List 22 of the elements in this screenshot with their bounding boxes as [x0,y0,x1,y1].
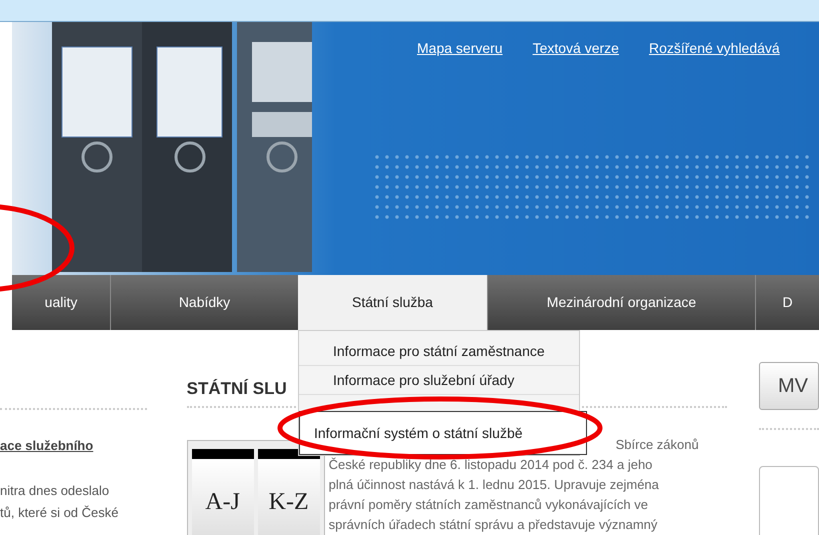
dropdown-item[interactable]: Informace pro státní zaměstnance [299,337,579,366]
dropdown-item[interactable]: Informace pro služební úřady [299,366,579,395]
section-heading: STÁTNÍ SLU [186,378,287,400]
article-text: České republiky dne 6. listopadu 2014 pod č. 234 a jeho [328,456,652,474]
binder-label: A-J [192,449,254,535]
ministry-button[interactable]: MV [759,362,819,410]
article-text: plná účinnost nastává k 1. lednu 2015. Upravuje zejména [328,476,659,494]
article-text: právní poměry státních zaměstnanců vykonávajících ve [328,496,648,514]
article-text: správních úřadech státní správu a představuje významný [328,516,658,534]
binder-label: K-Z [258,449,320,535]
header-link[interactable]: Rozšířené vyhledává [648,38,780,59]
nav-tab[interactable]: uality [12,275,110,330]
header-link[interactable]: Mapa serveru [417,38,503,59]
nav-tab[interactable]: D [755,275,819,330]
dropdown-item[interactable]: Informační systém o státní službě [299,411,587,455]
header-link[interactable]: Textová verze [532,38,619,59]
nav-tab[interactable]: Státní služba [298,275,487,330]
side-box [759,466,819,535]
article-text: Sbírce zákonů [616,436,699,454]
article-text: tů, které si od České [0,504,118,522]
article-link[interactable]: ace služebního [0,436,94,456]
article-text: nitra dnes odeslalo [0,482,110,500]
